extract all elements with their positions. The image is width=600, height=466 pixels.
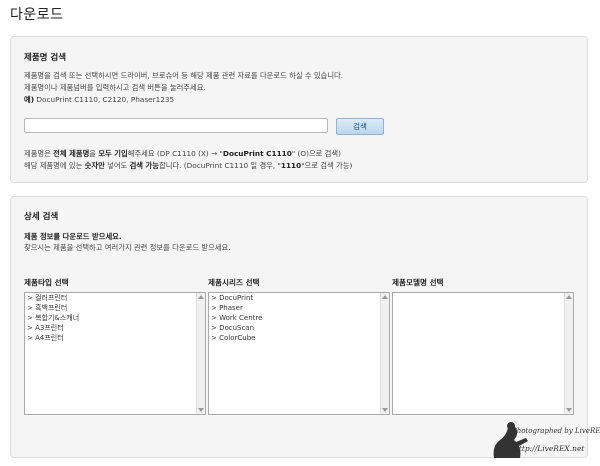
search-example: 예) DocuPrint C1110, C2120, Phaser1235: [24, 95, 174, 105]
scroll-up-icon[interactable]: [566, 295, 572, 299]
scrollbar[interactable]: [196, 293, 205, 414]
scroll-up-icon[interactable]: [198, 295, 204, 299]
watermark-text: Photographed by LiveREX: [512, 427, 600, 435]
product-model-listbox[interactable]: [392, 292, 574, 415]
search-description: 제품명을 검색 또는 선택하시면 드라이버, 브로슈어 등 해당 제품 관련 자…: [24, 71, 344, 80]
product-type-option[interactable]: > A3프린터: [25, 323, 205, 333]
photographer-watermark: [493, 422, 528, 458]
example-text: DocuPrint C1110, C2120, Phaser1235: [36, 95, 175, 104]
product-type-option[interactable]: > 복합기&스캐너: [25, 313, 205, 323]
search-input[interactable]: [24, 118, 328, 133]
product-series-option[interactable]: > Phaser: [209, 303, 389, 313]
detail-description: 찾으시는 제품을 선택하고 여러가지 관련 정보를 다운로드 받으세요.: [24, 243, 231, 252]
product-type-label: 제품타입 선택: [24, 278, 69, 287]
product-series-label: 제품시리즈 선택: [208, 278, 260, 287]
search-note-full-name: 제품명은 전체 제품명을 모두 기입해주세요 (DP C1110 (X) → "…: [24, 149, 341, 158]
scrollbar[interactable]: [380, 293, 389, 414]
example-prefix: 예): [24, 95, 35, 104]
scroll-down-icon[interactable]: [198, 408, 204, 412]
scroll-up-icon[interactable]: [382, 295, 388, 299]
product-series-listbox[interactable]: > DocuPrint > Phaser > Work Centre > DocuSc…: [208, 292, 390, 415]
search-button[interactable]: 검색: [336, 118, 384, 135]
search-instruction: 제품명이나 제품넘버를 입력하시고 검색 버튼을 눌러주세요.: [24, 83, 206, 92]
page-title: 다운로드: [10, 7, 64, 23]
scroll-down-icon[interactable]: [566, 408, 572, 412]
product-series-option[interactable]: > DocuPrint: [209, 293, 389, 303]
product-series-option[interactable]: > ColorCube: [209, 333, 389, 343]
product-type-option[interactable]: > 흑백프린터: [25, 303, 205, 313]
scroll-down-icon[interactable]: [382, 408, 388, 412]
search-note-number-only: 해당 제품명에 있는 숫자만 넣어도 검색 가능합니다. (DocuPrint …: [24, 161, 353, 170]
product-type-option[interactable]: > A4프린터: [25, 333, 205, 343]
detail-subheading: 제품 정보를 다운로드 받으세요.: [24, 232, 122, 241]
scrollbar[interactable]: [564, 293, 573, 414]
product-series-option[interactable]: > DocuScan: [209, 323, 389, 333]
search-heading: 제품명 검색: [24, 53, 67, 63]
product-type-option[interactable]: > 컬러프린터: [25, 293, 205, 303]
product-type-listbox[interactable]: > 컬러프린터 > 흑백프린터 > 복합기&스캐너 > A3프린터 > A4프린터: [24, 292, 206, 415]
product-series-option[interactable]: > Work Centre: [209, 313, 389, 323]
watermark-url: http://LiveREX.net: [514, 444, 585, 453]
detail-heading: 상세 검색: [24, 212, 59, 222]
product-search-panel: 제품명 검색 제품명을 검색 또는 선택하시면 드라이버, 브로슈어 등 해당 …: [10, 36, 588, 183]
product-model-label: 제품모델명 선택: [392, 278, 444, 287]
